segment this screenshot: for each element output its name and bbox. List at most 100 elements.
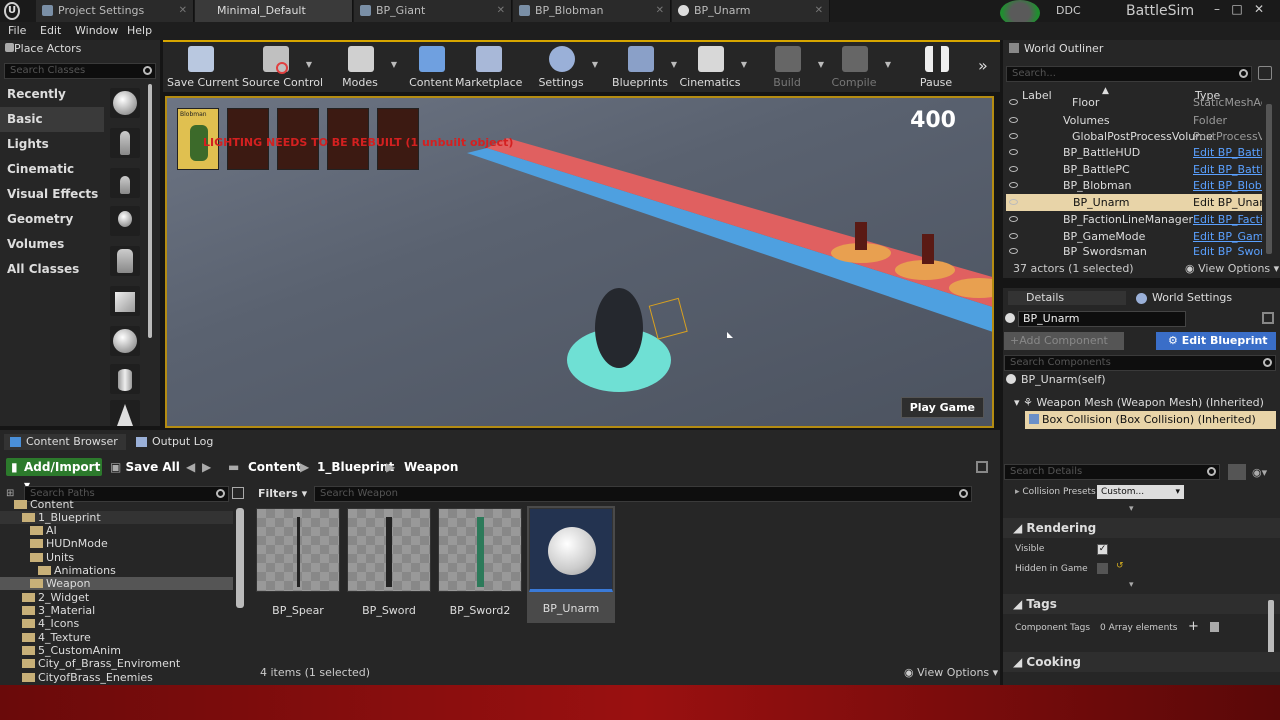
- breadcrumb-content[interactable]: Content: [248, 458, 302, 476]
- reset-default-icon[interactable]: ↺: [1116, 561, 1124, 571]
- eye-icon[interactable]: ◉▾: [1252, 466, 1267, 479]
- asset-bp-sword[interactable]: BP_Sword: [347, 508, 431, 617]
- component-box-collision[interactable]: Box Collision (Box Collision) (Inherited…: [1025, 411, 1276, 429]
- eye-icon[interactable]: [1009, 182, 1018, 188]
- cinematics-button[interactable]: Cinematics ▼: [677, 44, 747, 90]
- asset-bp-unarm[interactable]: BP_Unarm: [527, 506, 615, 623]
- close-icon[interactable]: ✕: [815, 0, 823, 22]
- place-actors-scrollbar[interactable]: [148, 84, 152, 338]
- tab-bp-giant[interactable]: BP_Giant ✕: [354, 0, 512, 22]
- breadcrumb-weapon[interactable]: Weapon: [404, 458, 458, 476]
- player-start-icon[interactable]: [110, 246, 140, 276]
- tags-category[interactable]: ◢ Tags: [1003, 594, 1280, 614]
- close-icon[interactable]: ✕: [497, 0, 505, 22]
- build-button[interactable]: Build ▼: [754, 44, 824, 90]
- tab-bp-unarm[interactable]: BP_Unarm ✕: [672, 0, 830, 22]
- category-volumes[interactable]: Volumes: [0, 232, 104, 257]
- tree-item-ai[interactable]: AI: [0, 524, 57, 537]
- place-actors-tab[interactable]: Place Actors: [2, 42, 127, 56]
- tree-item-2-widget[interactable]: 2_Widget: [0, 591, 89, 604]
- forward-icon[interactable]: ▶: [202, 458, 211, 476]
- tree-item-4-texture[interactable]: 4_Texture: [0, 631, 91, 644]
- close-window-icon[interactable]: ✕: [1250, 2, 1268, 16]
- search-classes-input[interactable]: Search Classes: [4, 63, 156, 79]
- minimize-icon[interactable]: –: [1208, 2, 1226, 16]
- category-all-classes[interactable]: All Classes: [0, 257, 104, 282]
- tab-project-settings[interactable]: Project Settings ✕: [36, 0, 194, 22]
- tree-item-weapon[interactable]: Weapon: [0, 577, 233, 590]
- tab-content-browser[interactable]: Content Browser: [4, 434, 126, 450]
- cooking-category[interactable]: ◢ Cooking: [1003, 652, 1280, 672]
- lock-icon[interactable]: [1262, 312, 1274, 324]
- tree-item-1-blueprint[interactable]: 1_Blueprint: [0, 511, 233, 524]
- collision-presets-dropdown[interactable]: Custom... ▾: [1097, 485, 1184, 499]
- expand-more-icon[interactable]: ▾: [1129, 580, 1134, 590]
- eye-icon[interactable]: [1009, 133, 1018, 139]
- empty-actor-icon[interactable]: [110, 88, 140, 118]
- category-lights[interactable]: Lights: [0, 132, 104, 157]
- breadcrumb-1-blueprint[interactable]: 1_Blueprint: [317, 458, 394, 476]
- world-settings-tab[interactable]: World Settings: [1134, 291, 1232, 305]
- empty-pawn-icon[interactable]: [110, 168, 140, 198]
- eye-icon[interactable]: [1009, 166, 1018, 172]
- trash-icon[interactable]: [1210, 622, 1219, 632]
- maximize-icon[interactable]: □: [1228, 2, 1246, 16]
- back-icon[interactable]: ◀: [186, 458, 195, 476]
- close-icon[interactable]: ✕: [656, 0, 664, 22]
- component-self[interactable]: BP_Unarm(self): [1021, 373, 1106, 386]
- cube-icon[interactable]: [110, 286, 140, 316]
- eye-icon[interactable]: [1009, 199, 1018, 205]
- toolbar-overflow-icon[interactable]: »: [978, 56, 988, 75]
- outliner-scrollbar[interactable]: [1266, 104, 1272, 254]
- tree-item-hudnmode[interactable]: HUDnMode: [0, 537, 108, 550]
- component-weapon-mesh[interactable]: ▾ ⚘ Weapon Mesh (Weapon Mesh) (Inherited…: [1014, 396, 1276, 409]
- tree-item-content[interactable]: Content: [0, 498, 74, 511]
- menu-edit[interactable]: Edit: [40, 22, 61, 40]
- visible-checkbox[interactable]: ✓: [1097, 544, 1108, 555]
- eye-icon[interactable]: [1009, 216, 1018, 222]
- filters-button[interactable]: Filters ▾: [258, 486, 307, 502]
- category-visual-effects[interactable]: Visual Effects: [0, 182, 104, 207]
- empty-character-icon[interactable]: [110, 128, 140, 158]
- tree-item-4-icons[interactable]: 4_Icons: [0, 617, 79, 630]
- eye-icon[interactable]: [1009, 99, 1018, 105]
- details-scrollbar[interactable]: [1268, 600, 1274, 660]
- eye-icon[interactable]: [1009, 117, 1018, 123]
- tab-output-log[interactable]: Output Log: [130, 434, 240, 450]
- expand-more-icon[interactable]: ▾: [1129, 504, 1134, 514]
- outliner-view-options-button[interactable]: ◉ View Options ▾: [1185, 262, 1279, 275]
- tree-item-3-material[interactable]: 3_Material: [0, 604, 95, 617]
- tab-bp-blobman[interactable]: BP_Blobman ✕: [513, 0, 671, 22]
- close-icon[interactable]: ✕: [179, 0, 187, 22]
- view-options-button[interactable]: ◉ View Options ▾: [904, 666, 998, 679]
- outliner-row-bp-gamemode[interactable]: BP_GameModeEdit BP_GameMode: [1006, 228, 1262, 245]
- outliner-row-bp-blobman[interactable]: BP_BlobmanEdit BP_Blobman: [1006, 177, 1262, 194]
- cylinder-icon[interactable]: [110, 364, 140, 394]
- outliner-settings-icon[interactable]: [1258, 66, 1272, 80]
- outliner-row-bp-battlehud[interactable]: BP_BattleHUDEdit BP_BattleHUD: [1006, 144, 1262, 161]
- path-view-options-icon[interactable]: [232, 487, 244, 499]
- tree-item-units[interactable]: Units: [0, 551, 74, 564]
- menu-file[interactable]: File: [8, 22, 26, 40]
- world-outliner-tab[interactable]: World Outliner: [1024, 42, 1103, 56]
- point-light-icon[interactable]: [110, 206, 140, 236]
- category-basic[interactable]: Basic: [0, 107, 104, 132]
- category-cinematic[interactable]: Cinematic: [0, 157, 104, 182]
- search-details-input[interactable]: Search Details: [1004, 464, 1220, 480]
- add-import-button[interactable]: ▮ Add/Import ▾: [6, 458, 102, 492]
- rendering-category[interactable]: ◢ Rendering: [1003, 518, 1280, 538]
- compile-button[interactable]: Compile ▼: [821, 44, 891, 90]
- search-weapon-input[interactable]: Search Weapon: [314, 486, 972, 502]
- save-current-button[interactable]: Save Current: [167, 44, 239, 90]
- outliner-row-bp-unarm[interactable]: BP_UnarmEdit BP_Unarm: [1006, 194, 1262, 211]
- category-recently-placed[interactable]: Recently Placed: [0, 82, 104, 126]
- tree-item-city-of-brass-enviroment[interactable]: City_of_Brass_Enviroment: [0, 657, 180, 670]
- eye-icon[interactable]: [1009, 233, 1018, 239]
- cone-icon[interactable]: [110, 400, 140, 426]
- sphere-icon[interactable]: [110, 326, 140, 356]
- outliner-row-volumes[interactable]: Volumes Folder: [1006, 112, 1262, 129]
- marketplace-button[interactable]: Marketplace: [455, 44, 522, 90]
- tree-item-5-customanim[interactable]: 5_CustomAnim: [0, 644, 121, 657]
- modes-button[interactable]: Modes ▼: [327, 44, 397, 90]
- play-game-button[interactable]: Play Game: [900, 397, 984, 418]
